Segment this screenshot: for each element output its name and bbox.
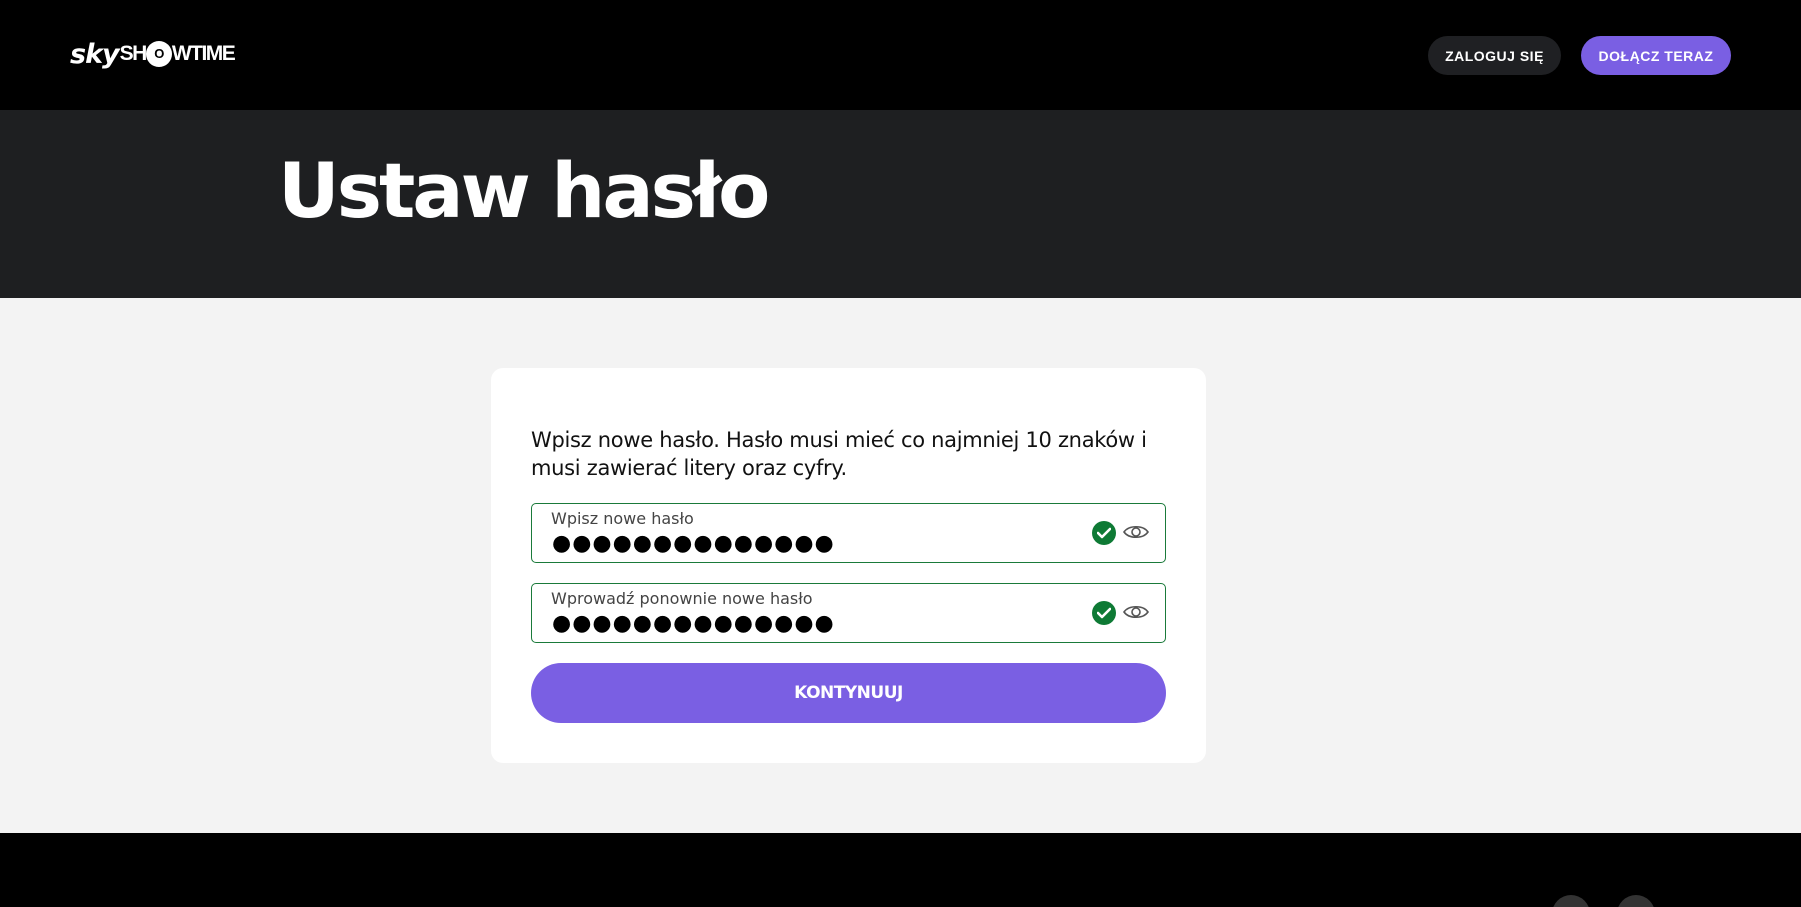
page-footer bbox=[0, 833, 1801, 907]
show-password-eye-icon[interactable] bbox=[1122, 522, 1150, 542]
logo-ring: O bbox=[145, 41, 172, 67]
join-now-button[interactable]: DOŁĄCZ TERAZ bbox=[1581, 36, 1731, 75]
skyshowtime-logo[interactable]: sky SH O WTIME bbox=[70, 36, 236, 72]
facebook-icon[interactable] bbox=[1552, 895, 1590, 907]
youtube-icon[interactable] bbox=[1617, 895, 1655, 907]
new-password-value[interactable]: ●●●●●●●●●●●●●● bbox=[552, 531, 835, 556]
page-hero: Ustaw hasło bbox=[0, 110, 1801, 298]
new-password-label: Wpisz nowe hasło bbox=[551, 509, 694, 528]
logo-sky-text: sky bbox=[70, 38, 120, 70]
login-button[interactable]: ZALOGUJ SIĘ bbox=[1428, 36, 1561, 75]
confirm-password-field[interactable]: Wprowadź ponownie nowe hasło ●●●●●●●●●●●… bbox=[531, 583, 1166, 643]
password-requirements-text: Wpisz nowe hasło. Hasło musi mieć co naj… bbox=[531, 428, 1147, 480]
continue-button[interactable]: KONTYNUUJ bbox=[531, 663, 1166, 723]
show-password-eye-icon[interactable] bbox=[1122, 602, 1150, 622]
top-navigation-bar: sky SH O WTIME ZALOGUJ SIĘ DOŁĄCZ TERAZ bbox=[0, 0, 1801, 110]
page-title: Ustaw hasło bbox=[278, 146, 770, 235]
set-password-card: Wpisz nowe hasło. Hasło musi mieć co naj… bbox=[491, 368, 1206, 763]
new-password-field[interactable]: Wpisz nowe hasło ●●●●●●●●●●●●●● bbox=[531, 503, 1166, 563]
valid-check-icon bbox=[1092, 601, 1116, 625]
confirm-password-label: Wprowadź ponownie nowe hasło bbox=[551, 589, 813, 608]
logo-show-text: SH O WTIME bbox=[119, 41, 236, 67]
logo-time-part: WTIME bbox=[171, 42, 236, 65]
valid-check-icon bbox=[1092, 521, 1116, 545]
confirm-password-value[interactable]: ●●●●●●●●●●●●●● bbox=[552, 611, 835, 636]
logo-show-part: SH bbox=[119, 42, 148, 65]
